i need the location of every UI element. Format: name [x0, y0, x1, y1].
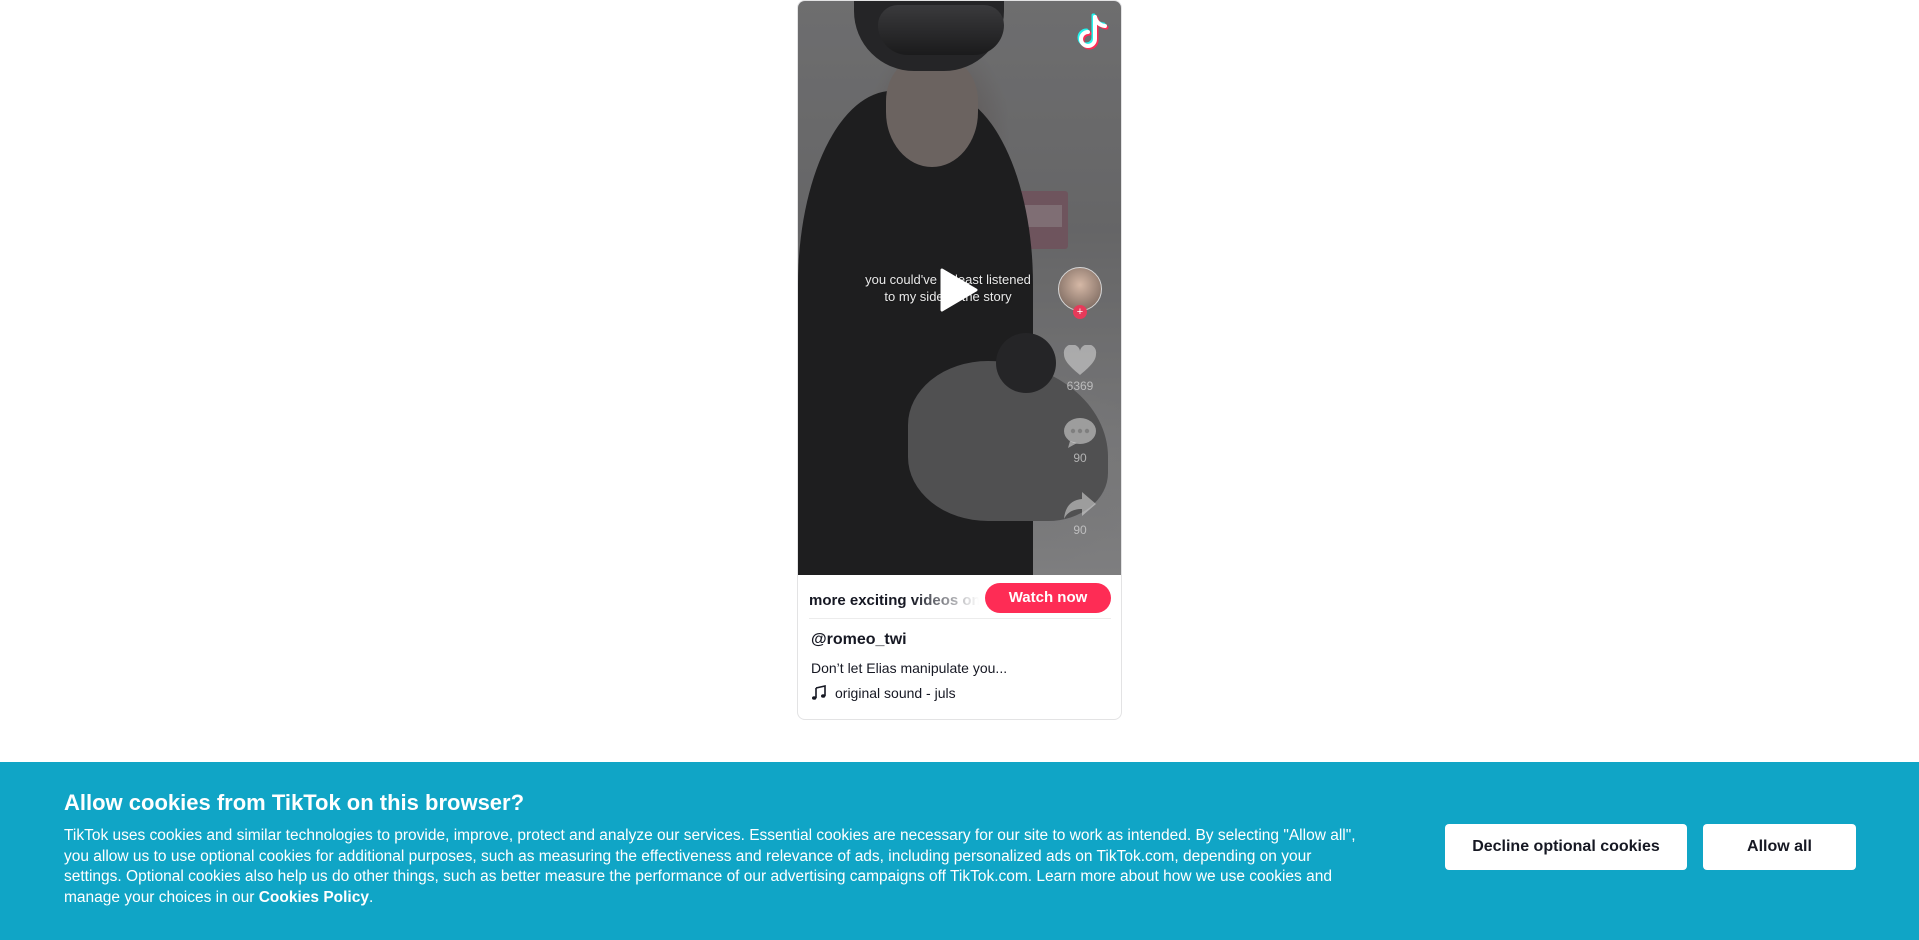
cookie-body-end: . [368, 888, 374, 906]
video-player[interactable]: you could've at least listened to my sid… [798, 1, 1121, 575]
music-note-icon [812, 685, 826, 700]
sound-name: original sound - juls [835, 685, 956, 701]
username-link[interactable]: @romeo_twi [811, 631, 907, 649]
promo-row: more exciting videos on TikTok Watch now [809, 582, 1111, 619]
tiktok-logo-icon [1077, 13, 1109, 50]
plus-icon[interactable]: + [1073, 305, 1087, 319]
watch-now-button[interactable]: Watch now [985, 582, 1111, 613]
cookie-body: TikTok uses cookies and similar technolo… [64, 826, 1364, 908]
decline-cookies-button[interactable]: Decline optional cookies [1445, 824, 1687, 870]
cookie-body-text: TikTok uses cookies and similar technolo… [64, 827, 1356, 906]
cookie-title: Allow cookies from TikTok on this browse… [64, 790, 525, 815]
video-description: Don’t let Elias manipulate you... [811, 660, 1008, 676]
comment-icon [1064, 418, 1096, 448]
promo-text: more exciting videos on TikTok [809, 592, 979, 609]
allow-all-button[interactable]: Allow all [1703, 824, 1856, 870]
comment-count: 90 [1073, 451, 1087, 465]
heart-icon [1063, 345, 1097, 375]
cookie-banner: Allow cookies from TikTok on this browse… [0, 762, 1919, 940]
video-card: you could've at least listened to my sid… [797, 0, 1122, 720]
play-icon[interactable] [938, 267, 978, 313]
comment-button[interactable]: 90 [1060, 417, 1100, 465]
share-icon [1064, 492, 1096, 519]
share-count: 90 [1073, 523, 1087, 537]
sound-row[interactable]: original sound - juls [811, 685, 956, 701]
share-button[interactable]: 90 [1060, 489, 1100, 537]
like-count: 6369 [1066, 379, 1094, 393]
like-button[interactable]: 6369 [1060, 345, 1100, 393]
cookies-policy-link[interactable]: Cookies Policy [259, 889, 369, 906]
